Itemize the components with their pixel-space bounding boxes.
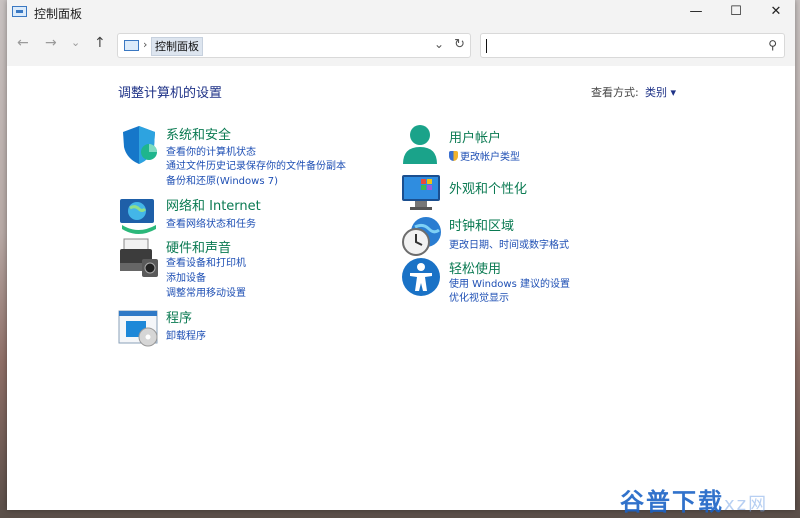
- category-hardware-sound: 硬件和声音 查看设备和打印机 添加设备 调整常用移动设置: [118, 237, 368, 301]
- category-title[interactable]: 时钟和区域: [449, 215, 514, 234]
- maximize-button[interactable]: ☐: [717, 0, 755, 24]
- category-link[interactable]: 备份和还原(Windows 7): [166, 172, 278, 187]
- programs-icon[interactable]: [118, 307, 160, 349]
- category-link[interactable]: 更改帐户类型: [449, 148, 520, 163]
- category-link[interactable]: 卸载程序: [166, 327, 206, 342]
- category-user-accounts: 用户帐户 更改帐户类型: [401, 124, 651, 166]
- control-panel-window: 控制面板 — ☐ ✕ ← → ⌄ ↑ › 控制面板 ⌄ ↻ ⚲ 调整计算机的设置…: [7, 0, 795, 510]
- category-link[interactable]: 查看设备和打印机: [166, 254, 246, 269]
- category-title[interactable]: 程序: [166, 307, 192, 326]
- recent-locations-button[interactable]: ⌄: [71, 36, 80, 49]
- category-link[interactable]: 优化视觉显示: [449, 289, 509, 304]
- navigation-bar: ← → ⌄ ↑ › 控制面板 ⌄ ↻ ⚲: [7, 24, 795, 66]
- category-network-internet: 网络和 Internet 查看网络状态和任务: [118, 195, 368, 235]
- watermark-sub: xz网: [724, 494, 769, 515]
- category-appearance: 外观和个性化: [401, 172, 651, 212]
- category-link[interactable]: 使用 Windows 建议的设置: [449, 275, 570, 290]
- category-link-label: 更改帐户类型: [460, 152, 520, 163]
- view-by-dropdown[interactable]: 类别 ▾: [645, 84, 676, 100]
- accessibility-icon[interactable]: [401, 257, 443, 299]
- monitor-icon[interactable]: [401, 172, 443, 214]
- category-title[interactable]: 系统和安全: [166, 124, 231, 143]
- up-button[interactable]: ↑: [94, 35, 106, 51]
- category-clock-region: 时钟和区域 更改日期、时间或数字格式: [401, 215, 651, 257]
- view-by-label: 查看方式:: [591, 86, 639, 99]
- category-link[interactable]: 查看你的计算机状态: [166, 143, 256, 158]
- category-link[interactable]: 添加设备: [166, 269, 206, 284]
- forward-button[interactable]: →: [45, 35, 57, 51]
- category-system-security: 系统和安全 查看你的计算机状态 通过文件历史记录保存你的文件备份副本 备份和还原…: [118, 124, 368, 188]
- minimize-button[interactable]: —: [677, 0, 715, 24]
- window-title: 控制面板: [34, 7, 83, 21]
- refresh-button[interactable]: ↻: [454, 37, 465, 52]
- address-bar[interactable]: › 控制面板 ⌄ ↻: [117, 33, 471, 58]
- shield-icon[interactable]: [118, 124, 160, 166]
- category-programs: 程序 卸载程序: [118, 307, 368, 347]
- uac-shield-icon: [449, 151, 458, 161]
- category-ease-of-access: 轻松使用 使用 Windows 建议的设置 优化视觉显示: [401, 257, 651, 304]
- breadcrumb[interactable]: 控制面板: [151, 37, 203, 56]
- address-dropdown-button[interactable]: ⌄: [434, 37, 444, 51]
- category-link[interactable]: 调整常用移动设置: [166, 284, 246, 299]
- chevron-right-icon[interactable]: ›: [143, 38, 147, 51]
- text-caret: [486, 39, 487, 53]
- title-bar: 控制面板 — ☐ ✕: [7, 0, 795, 24]
- back-button[interactable]: ←: [17, 35, 29, 51]
- category-link[interactable]: 查看网络状态和任务: [166, 215, 256, 230]
- control-panel-icon: [124, 40, 139, 51]
- control-panel-icon: [12, 6, 27, 17]
- watermark-main: 谷普下载: [620, 488, 724, 516]
- site-watermark: 谷普下载xz网: [620, 482, 768, 517]
- category-link[interactable]: 通过文件历史记录保存你的文件备份副本: [166, 157, 346, 172]
- category-title[interactable]: 网络和 Internet: [166, 195, 261, 214]
- page-title: 调整计算机的设置: [118, 86, 223, 101]
- category-link[interactable]: 更改日期、时间或数字格式: [449, 236, 569, 251]
- category-title[interactable]: 外观和个性化: [449, 178, 527, 197]
- search-input[interactable]: ⚲: [480, 33, 785, 58]
- search-icon[interactable]: ⚲: [768, 38, 777, 52]
- user-icon[interactable]: [401, 124, 443, 166]
- printer-icon[interactable]: [118, 237, 160, 279]
- network-globe-icon[interactable]: [118, 195, 160, 237]
- category-title[interactable]: 用户帐户: [449, 127, 501, 146]
- close-button[interactable]: ✕: [757, 0, 795, 24]
- clock-globe-icon[interactable]: [401, 215, 443, 257]
